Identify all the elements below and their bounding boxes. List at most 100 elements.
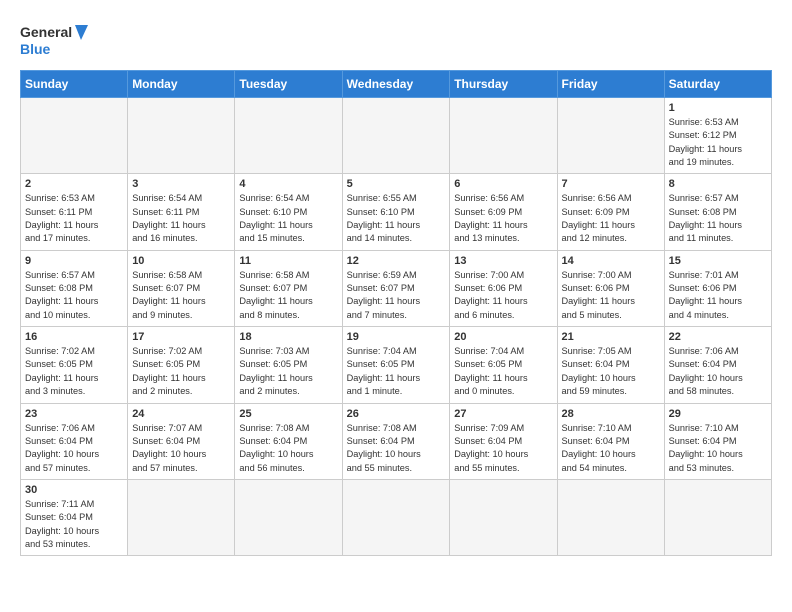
weekday-header-sunday: Sunday — [21, 71, 128, 98]
calendar-cell: 12 Sunrise: 6:59 AM Sunset: 6:07 PM Dayli… — [342, 250, 450, 326]
calendar-table: SundayMondayTuesdayWednesdayThursdayFrid… — [20, 70, 772, 556]
day-number: 8 — [669, 178, 767, 190]
weekday-header-saturday: Saturday — [664, 71, 771, 98]
calendar-week-row: 30 Sunrise: 7:11 AM Sunset: 6:04 PM Dayli… — [21, 479, 772, 555]
day-number: 17 — [132, 331, 230, 343]
calendar-cell — [450, 98, 557, 174]
calendar-cell — [128, 479, 235, 555]
calendar-cell: 23 Sunrise: 7:06 AM Sunset: 6:04 PM Dayli… — [21, 403, 128, 479]
day-info: Sunrise: 7:08 AM Sunset: 6:04 PM Dayligh… — [239, 422, 337, 475]
calendar-week-row: 9 Sunrise: 6:57 AM Sunset: 6:08 PM Daylig… — [21, 250, 772, 326]
day-number: 22 — [669, 331, 767, 343]
calendar-cell: 21Sunrise: 7:05 AM Sunset: 6:04 PM Dayli… — [557, 327, 664, 403]
calendar-cell: 18Sunrise: 7:03 AM Sunset: 6:05 PM Dayli… — [235, 327, 342, 403]
day-number: 18 — [239, 331, 337, 343]
day-number: 7 — [562, 178, 660, 190]
weekday-header-friday: Friday — [557, 71, 664, 98]
logo-svg: GeneralBlue — [20, 20, 90, 60]
day-info: Sunrise: 7:08 AM Sunset: 6:04 PM Dayligh… — [347, 422, 446, 475]
calendar-cell: 22Sunrise: 7:06 AM Sunset: 6:04 PM Dayli… — [664, 327, 771, 403]
calendar-cell: 5 Sunrise: 6:55 AM Sunset: 6:10 PM Daylig… — [342, 174, 450, 250]
day-number: 15 — [669, 255, 767, 267]
day-info: Sunrise: 6:55 AM Sunset: 6:10 PM Dayligh… — [347, 192, 446, 245]
calendar-cell: 4Sunrise: 6:54 AM Sunset: 6:10 PM Daylig… — [235, 174, 342, 250]
calendar-cell: 26 Sunrise: 7:08 AM Sunset: 6:04 PM Dayli… — [342, 403, 450, 479]
calendar-cell — [664, 479, 771, 555]
weekday-header-row: SundayMondayTuesdayWednesdayThursdayFrid… — [21, 71, 772, 98]
svg-text:General: General — [20, 24, 72, 40]
day-info: Sunrise: 6:56 AM Sunset: 6:09 PM Dayligh… — [454, 192, 552, 245]
day-number: 29 — [669, 408, 767, 420]
day-info: Sunrise: 7:05 AM Sunset: 6:04 PM Dayligh… — [562, 345, 660, 398]
day-number: 26 — [347, 408, 446, 420]
weekday-header-tuesday: Tuesday — [235, 71, 342, 98]
calendar-cell — [450, 479, 557, 555]
day-info: Sunrise: 6:54 AM Sunset: 6:10 PM Dayligh… — [239, 192, 337, 245]
day-info: Sunrise: 7:10 AM Sunset: 6:04 PM Dayligh… — [669, 422, 767, 475]
day-info: Sunrise: 7:04 AM Sunset: 6:05 PM Dayligh… — [454, 345, 552, 398]
day-info: Sunrise: 7:11 AM Sunset: 6:04 PM Dayligh… — [25, 498, 123, 551]
calendar-cell: 24 Sunrise: 7:07 AM Sunset: 6:04 PM Dayli… — [128, 403, 235, 479]
day-info: Sunrise: 7:10 AM Sunset: 6:04 PM Dayligh… — [562, 422, 660, 475]
day-number: 9 — [25, 255, 123, 267]
calendar-cell: 11 Sunrise: 6:58 AM Sunset: 6:07 PM Dayli… — [235, 250, 342, 326]
day-number: 16 — [25, 331, 123, 343]
calendar-week-row: 2Sunrise: 6:53 AM Sunset: 6:11 PM Daylig… — [21, 174, 772, 250]
day-number: 27 — [454, 408, 552, 420]
calendar-cell: 25Sunrise: 7:08 AM Sunset: 6:04 PM Dayli… — [235, 403, 342, 479]
calendar-cell: 29 Sunrise: 7:10 AM Sunset: 6:04 PM Dayli… — [664, 403, 771, 479]
day-info: Sunrise: 6:59 AM Sunset: 6:07 PM Dayligh… — [347, 269, 446, 322]
day-number: 2 — [25, 178, 123, 190]
day-number: 11 — [239, 255, 337, 267]
calendar-cell: 28 Sunrise: 7:10 AM Sunset: 6:04 PM Dayli… — [557, 403, 664, 479]
day-info: Sunrise: 6:53 AM Sunset: 6:12 PM Dayligh… — [669, 116, 767, 169]
calendar-cell: 10Sunrise: 6:58 AM Sunset: 6:07 PM Dayli… — [128, 250, 235, 326]
calendar-cell: 8 Sunrise: 6:57 AM Sunset: 6:08 PM Daylig… — [664, 174, 771, 250]
day-number: 1 — [669, 102, 767, 114]
weekday-header-thursday: Thursday — [450, 71, 557, 98]
day-number: 23 — [25, 408, 123, 420]
day-info: Sunrise: 6:58 AM Sunset: 6:07 PM Dayligh… — [132, 269, 230, 322]
calendar-cell: 13 Sunrise: 7:00 AM Sunset: 6:06 PM Dayli… — [450, 250, 557, 326]
day-info: Sunrise: 7:04 AM Sunset: 6:05 PM Dayligh… — [347, 345, 446, 398]
svg-text:Blue: Blue — [20, 41, 51, 57]
day-info: Sunrise: 6:57 AM Sunset: 6:08 PM Dayligh… — [669, 192, 767, 245]
day-info: Sunrise: 6:56 AM Sunset: 6:09 PM Dayligh… — [562, 192, 660, 245]
calendar-cell — [128, 98, 235, 174]
day-info: Sunrise: 7:07 AM Sunset: 6:04 PM Dayligh… — [132, 422, 230, 475]
day-number: 30 — [25, 484, 123, 496]
day-info: Sunrise: 7:06 AM Sunset: 6:04 PM Dayligh… — [25, 422, 123, 475]
calendar-cell: 16 Sunrise: 7:02 AM Sunset: 6:05 PM Dayli… — [21, 327, 128, 403]
day-number: 5 — [347, 178, 446, 190]
calendar-week-row: 23 Sunrise: 7:06 AM Sunset: 6:04 PM Dayli… — [21, 403, 772, 479]
calendar-cell — [235, 98, 342, 174]
day-info: Sunrise: 7:00 AM Sunset: 6:06 PM Dayligh… — [562, 269, 660, 322]
day-info: Sunrise: 6:57 AM Sunset: 6:08 PM Dayligh… — [25, 269, 123, 322]
calendar-cell: 20 Sunrise: 7:04 AM Sunset: 6:05 PM Dayli… — [450, 327, 557, 403]
calendar-cell: 6Sunrise: 6:56 AM Sunset: 6:09 PM Daylig… — [450, 174, 557, 250]
calendar-cell: 15Sunrise: 7:01 AM Sunset: 6:06 PM Dayli… — [664, 250, 771, 326]
calendar-cell: 30 Sunrise: 7:11 AM Sunset: 6:04 PM Dayli… — [21, 479, 128, 555]
day-info: Sunrise: 6:58 AM Sunset: 6:07 PM Dayligh… — [239, 269, 337, 322]
day-info: Sunrise: 7:09 AM Sunset: 6:04 PM Dayligh… — [454, 422, 552, 475]
calendar-cell: 19 Sunrise: 7:04 AM Sunset: 6:05 PM Dayli… — [342, 327, 450, 403]
day-info: Sunrise: 7:00 AM Sunset: 6:06 PM Dayligh… — [454, 269, 552, 322]
calendar-week-row: 16 Sunrise: 7:02 AM Sunset: 6:05 PM Dayli… — [21, 327, 772, 403]
calendar-cell — [557, 98, 664, 174]
day-number: 12 — [347, 255, 446, 267]
calendar-cell — [342, 479, 450, 555]
calendar-cell — [557, 479, 664, 555]
day-number: 24 — [132, 408, 230, 420]
calendar-cell: 2Sunrise: 6:53 AM Sunset: 6:11 PM Daylig… — [21, 174, 128, 250]
page-header: GeneralBlue — [20, 20, 772, 60]
calendar-cell — [342, 98, 450, 174]
calendar-cell: 1 Sunrise: 6:53 AM Sunset: 6:12 PM Daylig… — [664, 98, 771, 174]
day-info: Sunrise: 7:02 AM Sunset: 6:05 PM Dayligh… — [25, 345, 123, 398]
calendar-cell — [235, 479, 342, 555]
day-number: 20 — [454, 331, 552, 343]
day-number: 13 — [454, 255, 552, 267]
day-info: Sunrise: 7:02 AM Sunset: 6:05 PM Dayligh… — [132, 345, 230, 398]
day-number: 19 — [347, 331, 446, 343]
day-number: 28 — [562, 408, 660, 420]
calendar-cell: 7 Sunrise: 6:56 AM Sunset: 6:09 PM Daylig… — [557, 174, 664, 250]
